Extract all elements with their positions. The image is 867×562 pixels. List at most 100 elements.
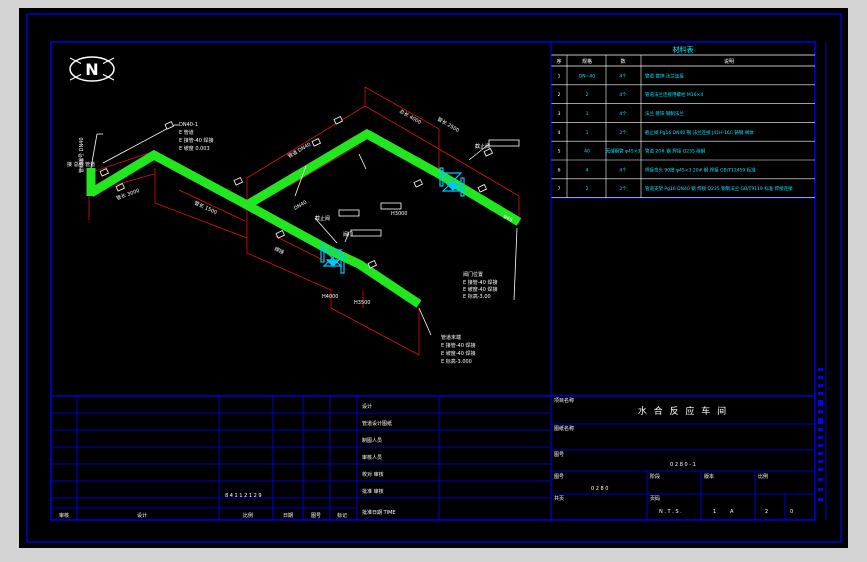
parts-row-qty: 4个: [619, 73, 627, 79]
label-mid-pipe: 管道 DN40: [287, 141, 313, 160]
parts-table-title: 材料表: [673, 45, 694, 54]
valve-label-lower: 截止阀: [315, 215, 330, 222]
valve-label-third: 阀门: [343, 231, 353, 238]
left-col-header-6: 标记: [337, 512, 347, 519]
dim-label-9: H3000: [391, 211, 407, 217]
parts-row-no: 2: [558, 92, 561, 98]
right-callout-line-1: 阀门位置: [463, 271, 483, 278]
north-compass: N: [69, 56, 115, 82]
left-col-header-2: 设计: [137, 512, 147, 519]
bottom-callout-line-2: E 接管-40 焊接: [441, 342, 476, 349]
parts-table-header-qty: 数: [620, 58, 625, 65]
parts-row-qty: 4个: [619, 111, 627, 117]
title-block-right-grid: [551, 423, 815, 520]
left-callout: DN40-1 E 管道 E 接管-40 焊接 E 坡度 0.003: [179, 122, 214, 152]
parts-row-spec: DN~40: [579, 73, 595, 79]
title-block: 审核 设计 比例 日期 图号 标记 8 4 1 1 2 1 2 9 设计 管道设…: [51, 395, 815, 520]
parts-table-header-no: 序: [556, 58, 561, 65]
scale-value: N . T . S .: [659, 509, 682, 515]
left-col-header-5: 图号: [311, 513, 321, 519]
parts-row-qty: 2个: [619, 186, 627, 192]
tag-boxes: [99, 116, 520, 269]
title-block-left-grid: [51, 396, 551, 520]
right-callout-line-4: E 标高-3.00: [463, 293, 491, 300]
mid-row-4: 审核人员: [362, 454, 382, 461]
mid-row-1: 设计: [362, 403, 372, 410]
left-callout-line-2: E 管道: [179, 129, 194, 136]
isometric-pipe-drawing: 管线编号 DN40 接 总管 管道 DN40-1 E 管道 E 接管-40 焊接…: [67, 86, 522, 365]
bottom-callout-line-1: 管道末端: [441, 334, 461, 341]
inner-border: [50, 41, 816, 521]
right-callout-line-2: E 接管-40 焊接: [463, 279, 498, 286]
parts-row-no: 4: [558, 130, 561, 136]
sub-label-5: 共页: [554, 495, 564, 502]
left-center-note: 8 4 1 1 2 1 2 9: [225, 493, 262, 499]
drawing-label-1: 图纸名称: [554, 425, 574, 432]
parts-row-desc: 管道支架 Pg16 DN40 钢 焊接 Q235 钢制法兰 GB/T9119 标…: [645, 185, 793, 192]
dim-label-5: 焊接: [273, 245, 285, 256]
project-label: 项目名称: [554, 397, 574, 404]
parts-row-spec: 1: [586, 111, 589, 117]
dim-label-10: DN40: [293, 200, 308, 212]
dim-label-1: 总长 4000: [398, 108, 423, 126]
total-value: 2: [765, 509, 768, 515]
dim-label-8: H3500: [354, 300, 370, 306]
col4-value: A: [730, 509, 734, 515]
left-callout-line-1: DN40-1: [179, 122, 198, 128]
drawing-viewer: N 材料表 序 规格 数 说明 1 DN~40 4个 管道 镀锌 法兰连接 2 2 4个 管道…: [0, 0, 867, 562]
parts-row-qty: 无缝钢管 φ45×3: [606, 148, 641, 155]
dim-label-2: 管长 2500: [436, 116, 461, 134]
right-strip-marks: [818, 368, 823, 501]
parts-row-desc: 管道法兰连接用螺栓 M16×4: [645, 91, 703, 98]
drawing-label-2: 图号: [554, 452, 564, 458]
left-callout-line-3: E 接管-40 焊接: [179, 137, 214, 144]
parts-row-no: 1: [558, 73, 561, 79]
parts-row-spec: 2: [586, 92, 589, 98]
parts-row-desc: 焊接弯头 90度 φ45×3 20# 钢 焊接 GB/T12459 标准: [645, 166, 756, 173]
valve-label-upper: 截止阀: [475, 143, 490, 150]
parts-table: 材料表 序 规格 数 说明 1 DN~40 4个 管道 镀锌 法兰连接2 2 4个 管道法兰…: [550, 41, 816, 199]
right-callout: 阀门位置 E 接管-40 焊接 E 坡度-40 焊接 E 标高-3.00: [463, 271, 498, 300]
sub-value-1: 0 2 8 0: [591, 486, 609, 492]
sub-label-1: 图号: [554, 474, 564, 480]
sheet-value: 1: [713, 509, 716, 515]
cad-drawing: N 材料表 序 规格 数 说明 1 DN~40 4个 管道 镀锌 法兰连接2 2 4个 管道…: [26, 13, 842, 543]
right-callout-line-3: E 坡度-40 焊接: [463, 286, 498, 293]
parts-row-desc: 截止阀 Pg16 DN40 钢 法兰连接 J41H-16C 铸钢 阀体: [645, 129, 754, 136]
parts-row-no: 3: [558, 111, 561, 117]
parts-row-desc: 管道 20# 钢 焊接 Q235 碳钢: [645, 148, 706, 155]
parts-table-rows: 1 DN~40 4个 管道 镀锌 法兰连接2 2 4个 管道法兰连接用螺栓 M16×43 1 4…: [551, 72, 815, 198]
compass-letter: N: [85, 60, 98, 79]
drawing-title: 水 合 反 应 车 间: [638, 405, 728, 417]
outer-border: [26, 13, 842, 543]
parts-row-no: 5: [558, 149, 561, 155]
parts-row-desc: 管道 镀锌 法兰连接: [645, 72, 684, 79]
pipe-lower-branch: [244, 201, 422, 308]
left-col-header-4: 日期: [283, 513, 293, 519]
parts-table-header-spec: 规格: [582, 58, 592, 65]
parts-row-no: 7: [558, 186, 561, 192]
parts-row-spec: 40: [584, 149, 590, 155]
parts-row-desc: 法兰 镀锌 钢制法兰: [645, 110, 684, 117]
parts-row-spec: 1: [586, 130, 589, 136]
bottom-callout-line-3: E 坡度-40 焊接: [441, 350, 476, 357]
parts-row-qty: 4个: [619, 167, 627, 173]
drawing-number: 0 2 8 0 - 1: [670, 462, 696, 468]
dim-label-7: H4000: [322, 294, 338, 300]
parts-row-no: 6: [558, 167, 561, 173]
left-col-header-3: 比例: [243, 512, 253, 519]
sub-label-4: 比例: [758, 473, 768, 480]
bottom-callout-line-4: E 标高-3.000: [441, 358, 472, 365]
sub-label-3: 版本: [704, 473, 714, 480]
parts-table-header-desc: 说明: [724, 58, 734, 65]
mid-row-3: 制图人员: [362, 437, 382, 444]
sub-label-6: 页码: [650, 495, 660, 502]
sub-label-2: 阶段: [650, 473, 660, 480]
drawing-canvas: N 材料表 序 规格 数 说明 1 DN~40 4个 管道 镀锌 法兰连接 2 2 4个 管道…: [19, 8, 848, 548]
left-col-header-1: 审核: [59, 512, 69, 519]
parts-row-spec: 4: [586, 167, 589, 173]
parts-row-spec: 2: [586, 186, 589, 192]
parts-row-qty: 2个: [619, 130, 627, 136]
mid-row-2: 管道设计图纸: [362, 420, 392, 427]
mid-row-5: 校对 审核: [362, 471, 384, 478]
